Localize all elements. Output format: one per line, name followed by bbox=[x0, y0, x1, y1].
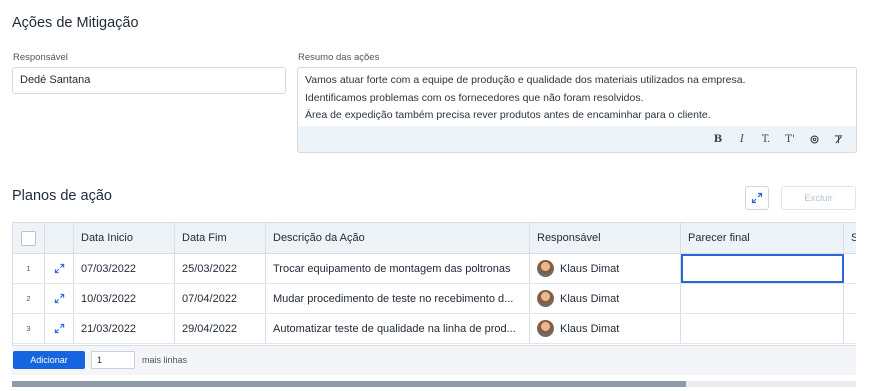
row-number: 3 bbox=[13, 314, 45, 343]
expand-icon bbox=[751, 192, 763, 204]
cell-data-inicio[interactable]: 21/03/2022 bbox=[74, 314, 175, 343]
table-row[interactable]: 2 10/03/2022 07/04/2022 Mudar procedimen… bbox=[13, 284, 856, 314]
resumo-line: Vamos atuar forte com a equipe de produç… bbox=[305, 74, 746, 86]
table-row[interactable]: 1 07/03/2022 25/03/2022 Trocar equipamen… bbox=[13, 254, 856, 284]
cell-parecer[interactable] bbox=[681, 314, 844, 343]
avatar bbox=[537, 260, 554, 277]
add-rows-button[interactable]: Adicionar bbox=[13, 351, 85, 369]
more-lines-label: mais linhas bbox=[142, 355, 188, 365]
link-icon bbox=[809, 134, 819, 144]
avatar bbox=[537, 290, 554, 307]
column-header-descricao[interactable]: Descrição da Ação bbox=[266, 223, 530, 253]
cell-descricao[interactable]: Automatizar teste de qualidade na linha … bbox=[266, 314, 530, 343]
cell-s[interactable] bbox=[844, 254, 856, 283]
clear-format-button[interactable] bbox=[826, 129, 850, 149]
horizontal-scrollbar-thumb[interactable] bbox=[12, 381, 686, 387]
row-expand-button[interactable] bbox=[45, 284, 74, 313]
add-rows-quantity-input[interactable]: 1 bbox=[91, 351, 135, 369]
row-expand-button[interactable] bbox=[45, 314, 74, 343]
responsavel-input[interactable]: Dedé Santana bbox=[12, 67, 286, 94]
plans-title: Planos de ação bbox=[12, 188, 112, 204]
responsavel-name: Klaus Dimat bbox=[560, 322, 620, 335]
editor-toolbar: B I T. T' bbox=[298, 126, 856, 152]
cell-responsavel[interactable]: Klaus Dimat bbox=[530, 314, 681, 343]
responsavel-name: Klaus Dimat bbox=[560, 262, 620, 275]
cell-responsavel[interactable]: Klaus Dimat bbox=[530, 284, 681, 313]
cell-descricao[interactable]: Trocar equipamento de montagem das poltr… bbox=[266, 254, 530, 283]
cell-descricao[interactable]: Mudar procedimento de teste no recebimen… bbox=[266, 284, 530, 313]
cell-responsavel[interactable]: Klaus Dimat bbox=[530, 254, 681, 283]
cell-data-inicio[interactable]: 07/03/2022 bbox=[74, 254, 175, 283]
avatar bbox=[537, 320, 554, 337]
link-button[interactable] bbox=[802, 129, 826, 149]
cell-s[interactable] bbox=[844, 284, 856, 313]
expand-icon bbox=[54, 263, 64, 274]
cell-data-fim[interactable]: 25/03/2022 bbox=[175, 254, 266, 283]
responsavel-label: Responsável bbox=[13, 52, 68, 63]
expand-button[interactable] bbox=[745, 186, 769, 210]
resumo-label: Resumo das ações bbox=[298, 52, 380, 63]
italic-button[interactable]: I bbox=[730, 129, 754, 149]
grid-footer bbox=[12, 346, 856, 375]
subscript-button[interactable]: T. bbox=[754, 129, 778, 149]
responsavel-name: Klaus Dimat bbox=[560, 292, 620, 305]
cell-s[interactable] bbox=[844, 314, 856, 343]
column-header-data-fim[interactable]: Data Fim bbox=[175, 223, 266, 253]
select-all-cell bbox=[13, 223, 45, 253]
resumo-line: Identificamos problemas com os fornecedo… bbox=[305, 91, 644, 104]
cell-parecer[interactable] bbox=[681, 254, 844, 283]
cell-data-fim[interactable]: 07/04/2022 bbox=[175, 284, 266, 313]
bold-button[interactable]: B bbox=[706, 129, 730, 149]
column-header-s[interactable]: S bbox=[844, 223, 856, 253]
expand-column-header bbox=[45, 223, 74, 253]
expand-icon bbox=[54, 293, 64, 304]
clear-format-icon bbox=[834, 134, 842, 143]
cell-data-fim[interactable]: 29/04/2022 bbox=[175, 314, 266, 343]
resumo-text[interactable]: Vamos atuar forte com a equipe de produç… bbox=[298, 68, 856, 125]
plans-grid: Data Inicio Data Fim Descrição da Ação R… bbox=[12, 222, 856, 346]
page-title: Ações de Mitigação bbox=[12, 15, 139, 31]
cell-parecer[interactable] bbox=[681, 284, 844, 313]
row-number: 1 bbox=[13, 254, 45, 283]
resumo-editor[interactable]: Vamos atuar forte com a equipe de produç… bbox=[297, 67, 857, 153]
column-header-parecer[interactable]: Parecer final bbox=[681, 223, 844, 253]
column-header-data-inicio[interactable]: Data Inicio bbox=[74, 223, 175, 253]
expand-icon bbox=[54, 323, 64, 334]
delete-button[interactable]: Excluir bbox=[781, 186, 856, 210]
cell-data-inicio[interactable]: 10/03/2022 bbox=[74, 284, 175, 313]
row-number: 2 bbox=[13, 284, 45, 313]
resumo-line: Área de expedição também precisa rever p… bbox=[305, 109, 711, 121]
table-row[interactable]: 3 21/03/2022 29/04/2022 Automatizar test… bbox=[13, 314, 856, 344]
row-expand-button[interactable] bbox=[45, 254, 74, 283]
select-all-checkbox[interactable] bbox=[21, 230, 36, 246]
superscript-button[interactable]: T' bbox=[778, 129, 802, 149]
column-header-responsavel[interactable]: Responsável bbox=[530, 223, 681, 253]
grid-header: Data Inicio Data Fim Descrição da Ação R… bbox=[13, 223, 856, 254]
